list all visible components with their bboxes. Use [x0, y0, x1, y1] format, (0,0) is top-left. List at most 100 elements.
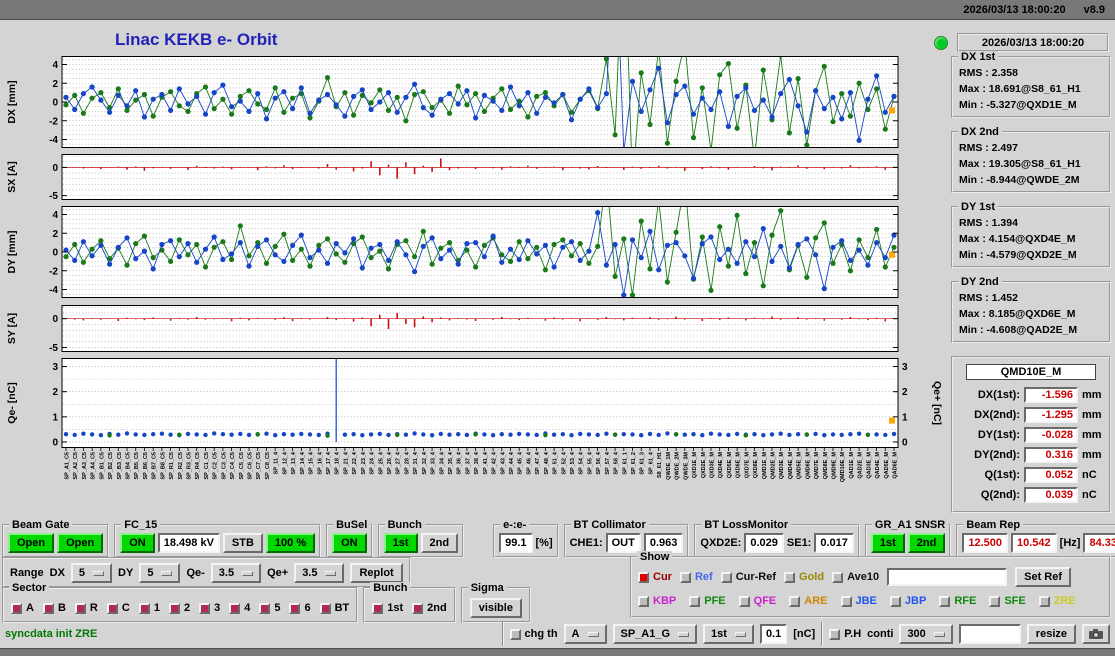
show-jbp-checkbox[interactable]: JBP — [889, 595, 926, 607]
fc15-on-button[interactable]: ON — [120, 533, 155, 553]
show-ave10-checkbox[interactable]: Ave10 — [832, 571, 879, 583]
svg-text:SP_C1_C5: SP_C1_C5 — [204, 452, 210, 480]
show-cur-ref-checkbox[interactable]: Cur-Ref — [720, 571, 777, 583]
bunch-1st-button[interactable]: 1st — [383, 533, 418, 553]
beam-rep-value-2: 10.542 — [1011, 533, 1057, 553]
svg-text:-2: -2 — [49, 266, 58, 277]
bpm-row: Q(2nd): 0.039 nC — [958, 487, 1104, 503]
rep-select[interactable]: 300 — [899, 624, 953, 644]
gr-snsr-2nd-button[interactable]: 2nd — [907, 533, 946, 553]
svg-text:0: 0 — [52, 437, 58, 448]
show-pfe-checkbox[interactable]: PFE — [689, 595, 726, 607]
range-qep-select[interactable]: 3.5 — [294, 563, 345, 583]
bpm-row-label: Q(2nd): — [980, 489, 1020, 501]
svg-text:SP_33_4: SP_33_4 — [431, 451, 437, 475]
ref-name-input[interactable] — [887, 568, 1008, 586]
svg-text:QXD6E_M: QXD6E_M — [736, 452, 742, 479]
stats-panel-dx-1st: DX 1st RMS : 2.358 Max : 18.691@S8_61_H1… — [951, 51, 1111, 118]
show-qfe-checkbox[interactable]: QFE — [738, 595, 776, 607]
sector-checkbox-bt[interactable]: BT — [319, 602, 349, 614]
sx-plot: 0 -5 SX [A] — [6, 154, 899, 200]
show-gold-checkbox[interactable]: Gold — [784, 571, 824, 583]
control-row-1: Beam Gate Open Open FC_15 ON 18.498 kV S… — [2, 519, 1115, 558]
bunch-2nd-checkbox[interactable]: 2nd — [412, 602, 447, 614]
bpm-row-label: DX(1st): — [977, 389, 1020, 401]
beam-gate-open-button-1[interactable]: Open — [8, 533, 55, 553]
beam-gate-open-button-2[interactable]: Open — [57, 533, 104, 553]
show-cur-checkbox[interactable]: Cur — [638, 571, 672, 583]
svg-text:SP_46_4: SP_46_4 — [526, 451, 532, 475]
bunch-select-group: Bunch 1st 2nd — [363, 582, 456, 623]
replot-button[interactable]: Replot — [350, 563, 403, 583]
sector-item-label: B — [57, 602, 66, 614]
sigma-group: Sigma visible — [460, 582, 531, 623]
gr-snsr-1st-button[interactable]: 1st — [870, 533, 905, 553]
show-jbe-checkbox[interactable]: JBE — [840, 595, 877, 607]
sector-checkbox-r[interactable]: R — [74, 602, 98, 614]
chg-th-label: chg th — [524, 628, 558, 640]
show-sfe-checkbox[interactable]: SFE — [989, 595, 1026, 607]
range-dy-select[interactable]: 5 — [139, 563, 181, 583]
svg-text:QMD2E_M: QMD2E_M — [770, 452, 776, 480]
stats-panel-title: DY 1st — [958, 201, 999, 213]
show-rfe-checkbox[interactable]: RFE — [939, 595, 976, 607]
status-input[interactable] — [958, 624, 1021, 644]
svg-text:SP_15_4: SP_15_4 — [309, 451, 315, 475]
sector-checkbox-c[interactable]: C — [106, 602, 130, 614]
threshold-value[interactable]: 0.1 — [759, 624, 788, 644]
fc15-stb-button[interactable]: STB — [222, 533, 263, 553]
fc15-group: FC_15 ON 18.498 kV STB 100 % — [114, 519, 322, 558]
svg-text:SP_R2_C5: SP_R2_C5 — [178, 452, 184, 480]
screenshot-button[interactable] — [1082, 624, 1110, 644]
stats-panel-title: DY 2nd — [958, 276, 1002, 288]
separator — [501, 622, 504, 646]
range-dx-select[interactable]: 5 — [70, 563, 113, 583]
resize-button[interactable]: resize — [1026, 624, 1076, 644]
bpm-row-label: DY(1st): — [977, 429, 1020, 441]
show-are-checkbox[interactable]: ARE — [789, 595, 828, 607]
svg-text:SP_31_4: SP_31_4 — [413, 451, 419, 475]
svg-text:SP_41_4: SP_41_4 — [483, 451, 489, 475]
bunch-2nd-button[interactable]: 2nd — [420, 533, 459, 553]
sector-checkbox-1[interactable]: 1 — [138, 602, 160, 614]
range-qep-value: 3.5 — [302, 567, 318, 579]
show-item-label: Cur-Ref — [735, 571, 777, 583]
sector-checkbox-4[interactable]: 4 — [229, 602, 250, 614]
ph-checkbox[interactable]: P.H — [829, 628, 861, 640]
range-qem-label: Qe- — [186, 567, 205, 579]
show-item-label: Ref — [694, 571, 713, 583]
sector-checkbox-b[interactable]: B — [42, 602, 66, 614]
sector-checkbox-2[interactable]: 2 — [168, 602, 190, 614]
bunch-1st-checkbox[interactable]: 1st — [372, 602, 403, 614]
svg-text:SP_53_4: SP_53_4 — [570, 451, 576, 475]
show-ref-checkbox[interactable]: Ref — [679, 571, 713, 583]
busel-on-button[interactable]: ON — [332, 533, 367, 553]
svg-text:SP_22_4: SP_22_4 — [352, 451, 358, 475]
show-item-label: PFE — [704, 595, 726, 607]
bunch-label: Bunch — [384, 519, 425, 531]
sector-checkbox-6[interactable]: 6 — [289, 602, 311, 614]
svg-text:QXD1E_M: QXD1E_M — [692, 452, 698, 479]
svg-text:2: 2 — [52, 387, 58, 398]
sigma-visible-button[interactable]: visible — [469, 598, 522, 618]
fc15-percent-button[interactable]: 100 % — [265, 533, 316, 553]
bpm-row-unit: mm — [1082, 389, 1102, 401]
sector-select[interactable]: A — [563, 624, 607, 644]
svg-text:QXD5E_M: QXD5E_M — [727, 452, 733, 479]
show-kbp-checkbox[interactable]: KBP — [638, 595, 676, 607]
svg-text:SP_R3_C5: SP_R3_C5 — [187, 452, 193, 480]
sector-item-label: 3 — [214, 602, 221, 614]
sector-checkbox-a[interactable]: A — [11, 602, 34, 614]
svg-text:SP_56_4: SP_56_4 — [596, 451, 602, 475]
sector-checkbox-3[interactable]: 3 — [199, 602, 220, 614]
show-item-label: JBE — [855, 595, 877, 607]
chg-th-checkbox[interactable]: chg th — [509, 628, 558, 640]
show-zre-checkbox[interactable]: ZRE — [1038, 595, 1076, 607]
svg-text:SP_47_4: SP_47_4 — [535, 451, 541, 475]
set-ref-button[interactable]: Set Ref — [1015, 567, 1072, 587]
sector-checkbox-5[interactable]: 5 — [259, 602, 280, 614]
bpm-select[interactable]: SP_A1_G — [612, 624, 698, 644]
bunch-select[interactable]: 1st — [703, 624, 754, 644]
range-qem-select[interactable]: 3.5 — [210, 563, 262, 583]
bpm-row-unit: mm — [1082, 449, 1102, 461]
